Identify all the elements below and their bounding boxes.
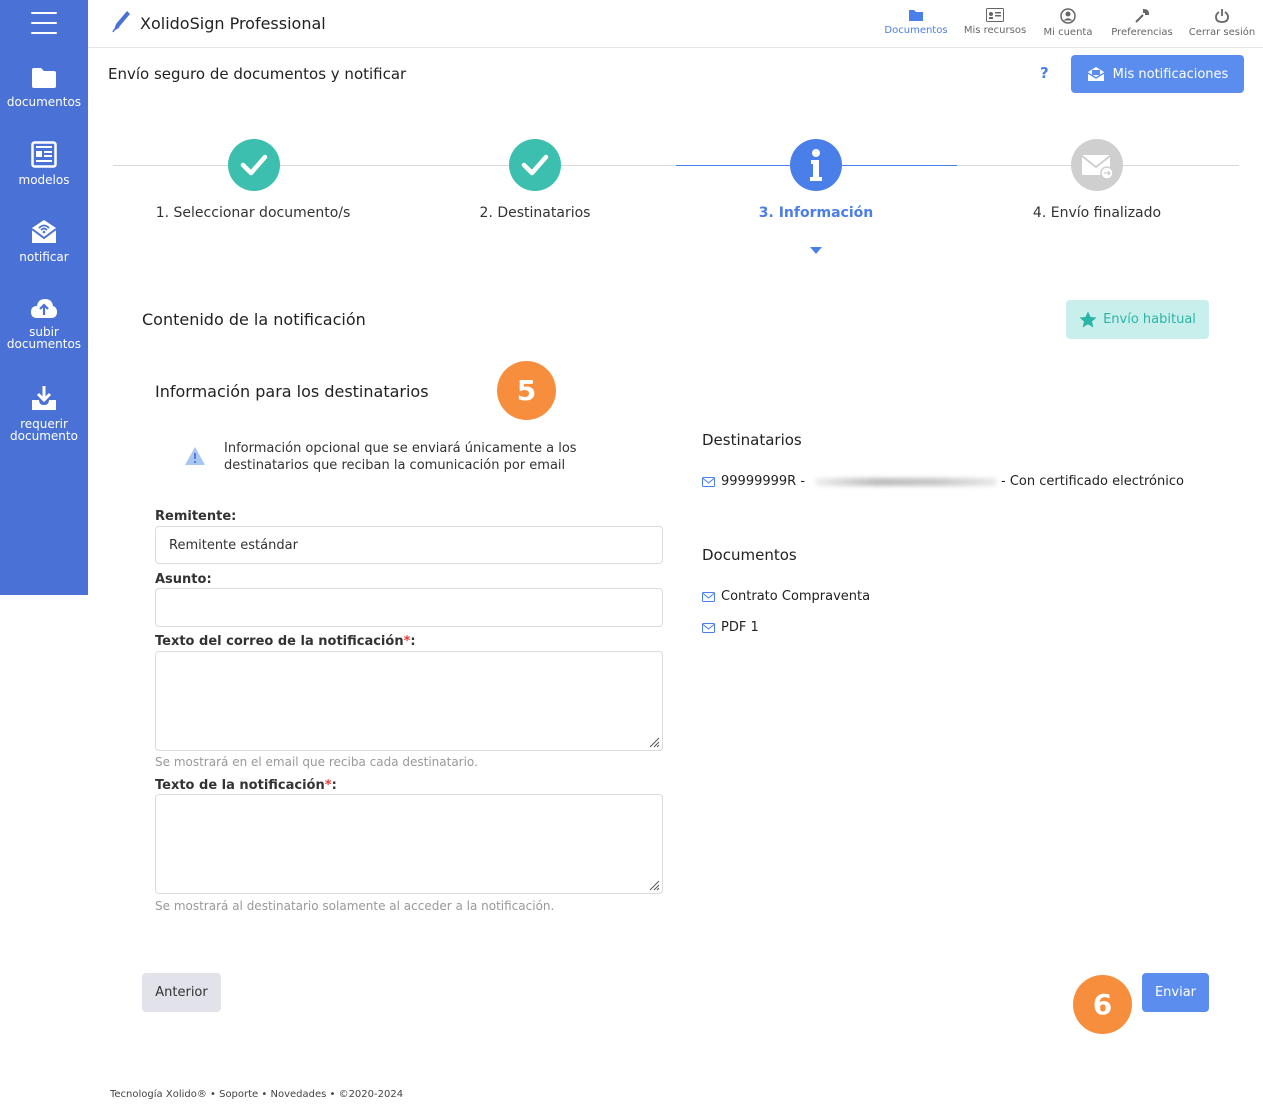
power-icon <box>1215 9 1229 23</box>
step-4-label: 4. Envío finalizado <box>1032 205 1162 221</box>
step-2-check-icon <box>509 139 561 191</box>
recipient-item: 99999999R -- Con certificado electrónico <box>702 474 1184 489</box>
section-title: Contenido de la notificación <box>142 310 366 329</box>
envelope-icon <box>702 591 715 602</box>
app-title: XolidoSign Professional <box>140 14 326 33</box>
page-title: Envío seguro de documentos y notificar <box>108 65 407 83</box>
subtitle: Información para los destinatarios <box>155 382 429 401</box>
topnav-mis-recursos[interactable]: Mis recursos <box>960 8 1030 36</box>
sidebar: documentos modelos notificar subir docum… <box>0 0 88 595</box>
sidebar-item-label: modelos <box>18 173 70 187</box>
document-item: Contrato Compraventa <box>702 589 870 604</box>
send-button[interactable]: Enviar <box>1142 973 1209 1012</box>
sidebar-item-documentos[interactable]: documentos <box>0 66 88 108</box>
step-3-info-icon <box>790 139 842 191</box>
menu-icon[interactable] <box>31 12 57 34</box>
id-card-icon <box>986 8 1004 22</box>
footer: Tecnología Xolido® • Soporte • Novedades… <box>110 1089 404 1100</box>
sidebar-item-label: documentos <box>6 95 82 109</box>
step-1-label: 1. Seleccionar documento/s <box>155 205 351 221</box>
sidebar-item-modelos[interactable]: modelos <box>0 141 88 186</box>
asunto-label: Asunto: <box>155 572 212 587</box>
envelope-icon <box>702 622 715 633</box>
texto-notificacion-label: Texto de la notificación*: <box>155 778 337 793</box>
envio-habitual-button[interactable]: Envío habitual <box>1066 300 1209 339</box>
pen-icon <box>112 11 130 33</box>
texto-correo-textarea[interactable] <box>155 651 663 751</box>
sidebar-item-label: requerir documento <box>10 417 78 443</box>
star-icon <box>1079 311 1097 328</box>
step-4-envelope-icon <box>1071 139 1123 191</box>
texto-correo-hint: Se mostrará en el email que reciba cada … <box>155 755 478 769</box>
envelope-open-icon <box>1087 67 1105 81</box>
folder-icon <box>909 10 923 21</box>
previous-button[interactable]: Anterior <box>142 973 221 1012</box>
texto-notificacion-textarea[interactable] <box>155 794 663 894</box>
help-button[interactable]: ? <box>1040 64 1049 82</box>
my-notifications-button[interactable]: Mis notificaciones <box>1071 55 1244 93</box>
texto-correo-label: Texto del correo de la notificación*: <box>155 634 416 649</box>
sidebar-item-notificar[interactable]: notificar <box>0 217 88 263</box>
topnav-documentos[interactable]: Documentos <box>882 8 950 36</box>
asunto-input[interactable] <box>155 588 663 627</box>
step-badge-6: 6 <box>1073 975 1132 1034</box>
info-text: Información opcional que se enviará únic… <box>224 441 577 473</box>
sidebar-item-label: subir documentos <box>6 325 82 351</box>
sidebar-item-label: notificar <box>19 250 69 264</box>
texto-notificacion-hint: Se mostrará al destinatario solamente al… <box>155 899 555 913</box>
step-2-label: 2. Destinatarios <box>479 205 591 221</box>
remitente-label: Remitente: <box>155 509 237 524</box>
user-icon <box>1060 8 1076 24</box>
documents-title: Documentos <box>702 546 797 564</box>
step-1-check-icon <box>228 139 280 191</box>
topnav-mi-cuenta[interactable]: Mi cuenta <box>1038 8 1098 38</box>
topnav-preferencias[interactable]: Preferencias <box>1106 8 1178 38</box>
recipients-title: Destinatarios <box>702 431 802 449</box>
resize-handle-icon[interactable] <box>648 736 660 748</box>
topnav-cerrar-sesion[interactable]: Cerrar sesión <box>1186 8 1258 38</box>
remitente-select[interactable]: Remitente estándar <box>155 526 663 564</box>
step-3-label: 3. Información <box>758 205 874 221</box>
step-badge-5: 5 <box>497 361 556 420</box>
stepper-line <box>113 165 676 166</box>
envelope-icon <box>702 476 715 487</box>
redacted-name <box>815 477 998 486</box>
folder-icon <box>32 68 56 88</box>
sidebar-item-subir-documentos[interactable]: subir documentos <box>0 296 88 350</box>
cloud-upload-icon <box>31 299 57 318</box>
top-bar: XolidoSign Professional Documentos Mis r… <box>88 0 1263 48</box>
warning-icon <box>185 447 205 465</box>
wrench-icon <box>1135 8 1150 23</box>
download-tray-icon <box>32 386 56 410</box>
document-item: PDF 1 <box>702 620 759 635</box>
template-icon <box>31 141 57 168</box>
caret-down-icon <box>810 247 822 254</box>
sidebar-item-requerir-documento[interactable]: requerir documento <box>0 384 88 442</box>
envelope-notify-icon <box>31 220 57 243</box>
resize-handle-icon[interactable] <box>648 879 660 891</box>
